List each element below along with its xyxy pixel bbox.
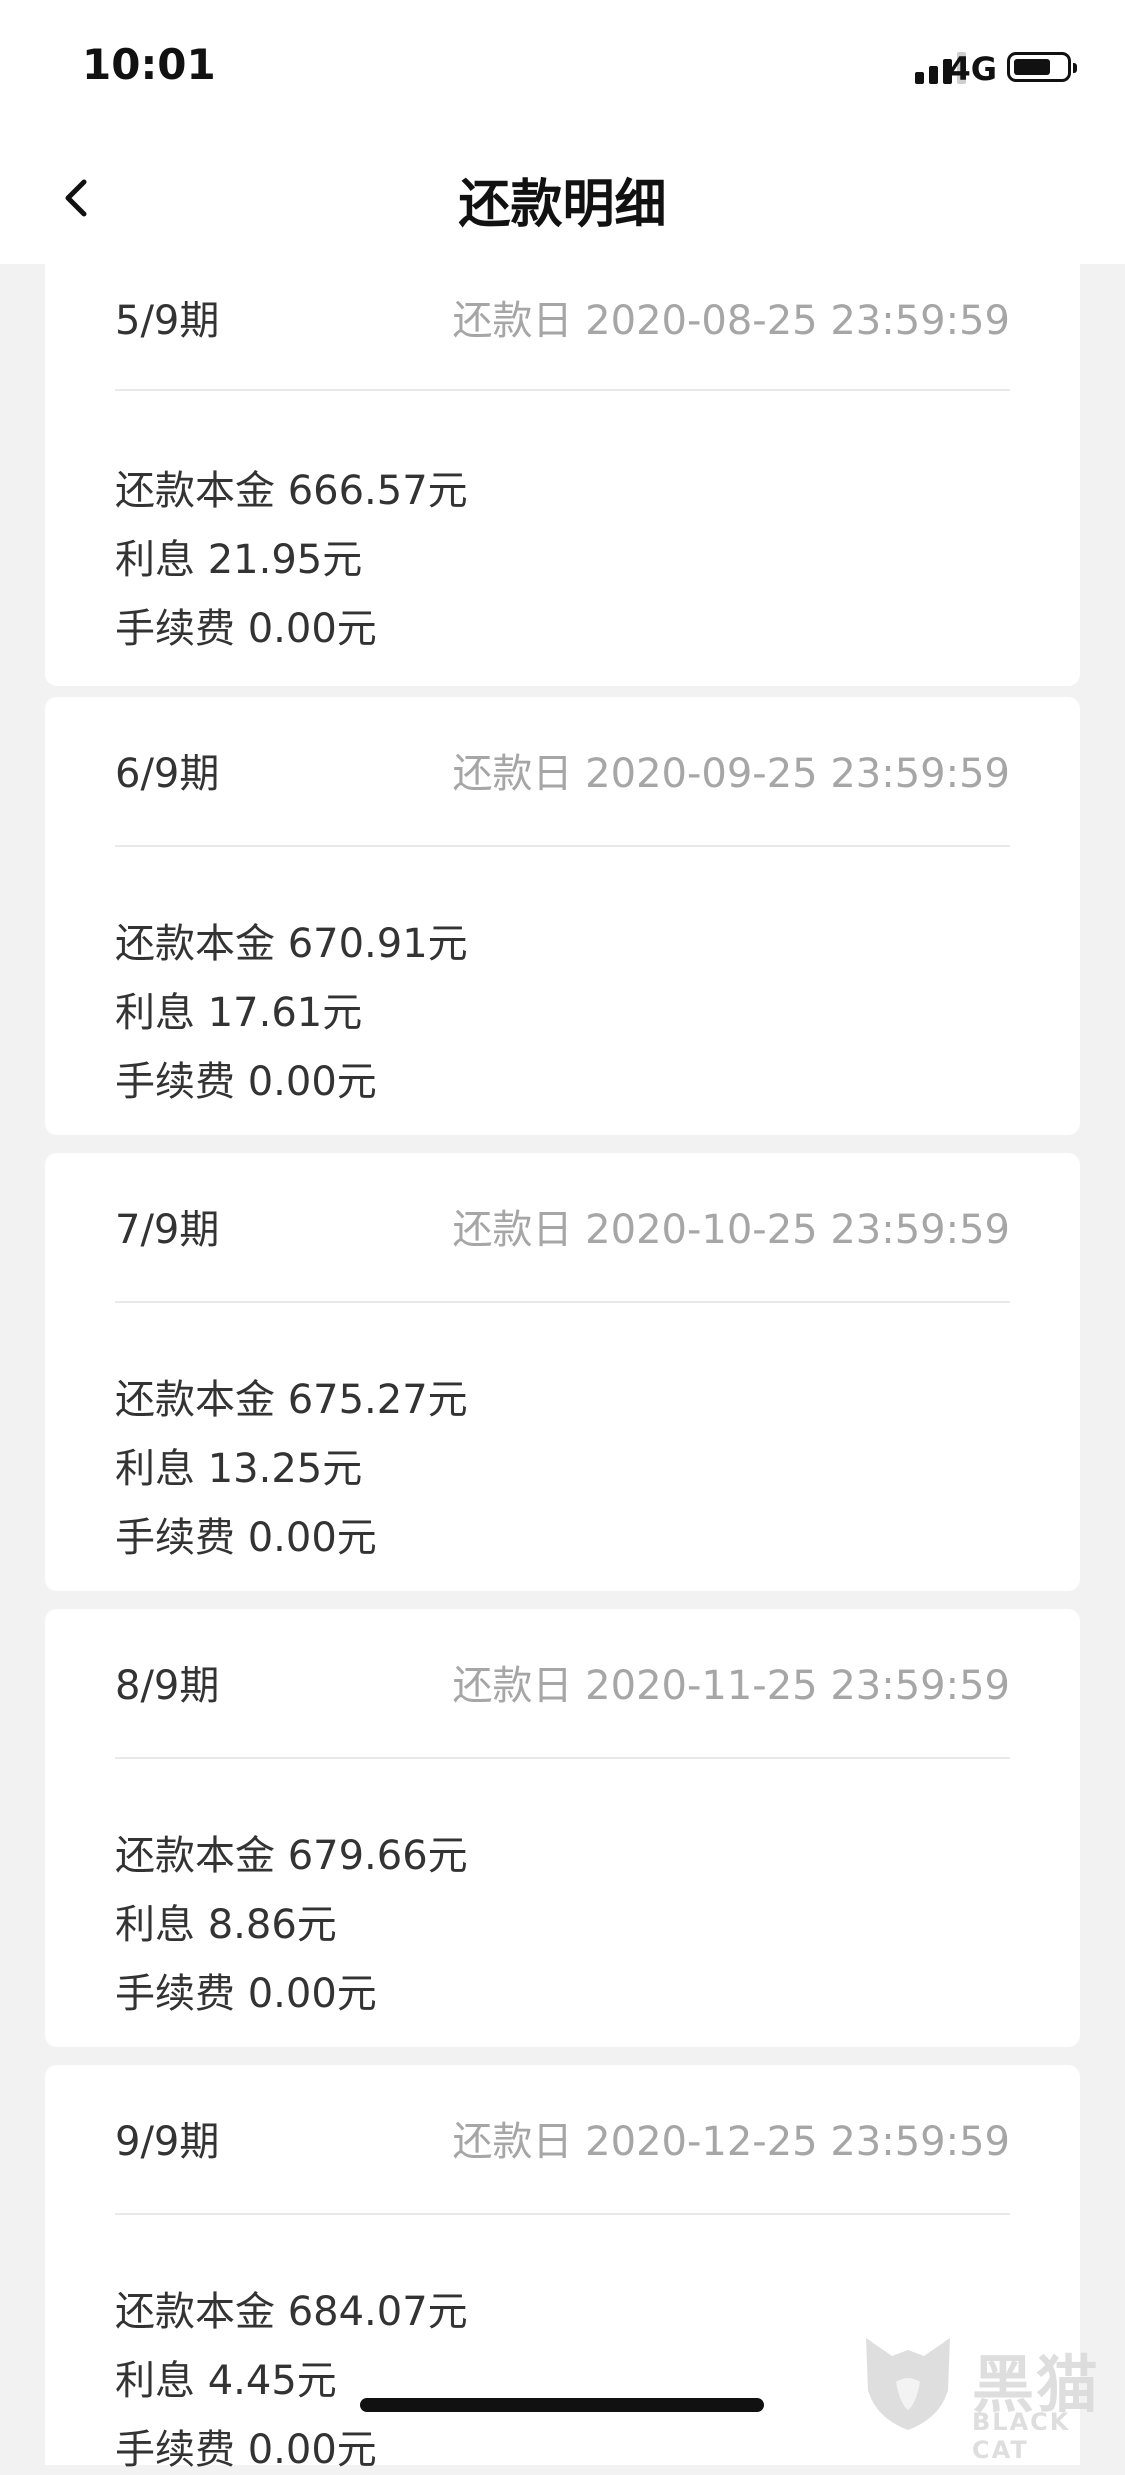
installment-due-date: 还款日 2020-11-25 23:59:59 [452, 1663, 1010, 1709]
installment-period: 5/9期 [115, 298, 220, 344]
network-label: 4G [948, 50, 997, 88]
watermark-sub-text: BLACK CAT [972, 2408, 1071, 2464]
installment-header: 7/9期 还款日 2020-10-25 23:59:59 [115, 1173, 1010, 1298]
divider [115, 389, 1010, 391]
home-indicator[interactable] [360, 2398, 764, 2412]
fee-text: 手续费 0.00元 [115, 1059, 377, 1105]
installment-card: 5/9期 还款日 2020-08-25 23:59:59 还款本金 666.57… [45, 244, 1080, 686]
interest-text: 利息 13.25元 [115, 1446, 363, 1492]
installment-card: 7/9期 还款日 2020-10-25 23:59:59 还款本金 675.27… [45, 1153, 1080, 1591]
divider [115, 2213, 1010, 2215]
status-time: 10:01 [82, 40, 216, 89]
interest-text: 利息 17.61元 [115, 990, 363, 1036]
interest-text: 利息 21.95元 [115, 537, 363, 583]
installment-due-date: 还款日 2020-10-25 23:59:59 [452, 1207, 1010, 1253]
fee-text: 手续费 0.00元 [115, 1515, 377, 1561]
battery-icon [1007, 52, 1077, 82]
divider [115, 845, 1010, 847]
installment-card: 8/9期 还款日 2020-11-25 23:59:59 还款本金 679.66… [45, 1609, 1080, 2047]
divider [115, 1301, 1010, 1303]
installment-header: 8/9期 还款日 2020-11-25 23:59:59 [115, 1629, 1010, 1754]
installment-card: 6/9期 还款日 2020-09-25 23:59:59 还款本金 670.91… [45, 697, 1080, 1135]
installment-due-date: 还款日 2020-12-25 23:59:59 [452, 2119, 1010, 2165]
status-bar: 10:01 4G [0, 0, 1125, 132]
installment-header: 5/9期 还款日 2020-08-25 23:59:59 [115, 264, 1010, 389]
principal-text: 还款本金 679.66元 [115, 1833, 468, 1879]
principal-text: 还款本金 670.91元 [115, 921, 468, 967]
divider [115, 1757, 1010, 1759]
principal-text: 还款本金 666.57元 [115, 468, 468, 514]
status-indicators: 4G [841, 48, 1081, 88]
fee-text: 手续费 0.00元 [115, 2427, 377, 2473]
installment-period: 7/9期 [115, 1207, 220, 1253]
page-title: 还款明细 [458, 175, 667, 235]
principal-text: 还款本金 684.07元 [115, 2289, 468, 2335]
installment-header: 9/9期 还款日 2020-12-25 23:59:59 [115, 2085, 1010, 2210]
interest-text: 利息 8.86元 [115, 1902, 337, 1948]
cat-shield-icon [866, 2338, 950, 2430]
fee-text: 手续费 0.00元 [115, 1971, 377, 2017]
interest-text: 利息 4.45元 [115, 2358, 337, 2404]
black-cat-watermark: 黑猫 BLACK CAT [854, 2330, 1125, 2464]
installment-period: 9/9期 [115, 2119, 220, 2165]
installment-header: 6/9期 还款日 2020-09-25 23:59:59 [115, 717, 1010, 842]
installment-period: 6/9期 [115, 751, 220, 797]
fee-text: 手续费 0.00元 [115, 606, 377, 652]
installment-period: 8/9期 [115, 1663, 220, 1709]
principal-text: 还款本金 675.27元 [115, 1377, 468, 1423]
installment-due-date: 还款日 2020-09-25 23:59:59 [452, 751, 1010, 797]
installment-due-date: 还款日 2020-08-25 23:59:59 [452, 298, 1010, 344]
